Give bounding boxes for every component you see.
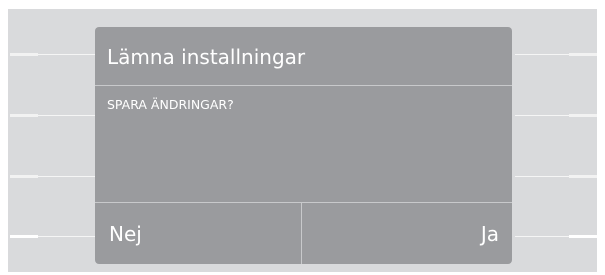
right-guide-line-3 <box>515 176 569 177</box>
right-guide-line-2 <box>515 115 569 116</box>
left-indicator-3 <box>10 175 38 178</box>
yes-button[interactable]: Ja <box>302 203 512 264</box>
left-indicator-4-active <box>10 235 38 238</box>
left-guide-line-2 <box>38 115 95 116</box>
no-button[interactable]: Nej <box>95 203 301 264</box>
left-indicator-1 <box>10 53 38 56</box>
right-guide-line-1 <box>515 54 569 55</box>
title-divider <box>95 85 512 86</box>
dialog-title: Lämna installningar <box>107 45 306 69</box>
right-indicator-2 <box>569 114 597 117</box>
left-guide-line-4 <box>38 236 95 237</box>
left-guide-line-3 <box>38 176 95 177</box>
right-indicator-4-active <box>569 235 597 238</box>
right-guide-line-4 <box>515 236 569 237</box>
right-indicator-1 <box>569 53 597 56</box>
right-indicator-3 <box>569 175 597 178</box>
left-guide-line-1 <box>38 54 95 55</box>
left-indicator-2 <box>10 114 38 117</box>
dialog-message: SPARA ÄNDRINGAR? <box>107 97 234 112</box>
confirm-dialog: Lämna installningar SPARA ÄNDRINGAR? Nej… <box>95 27 512 264</box>
